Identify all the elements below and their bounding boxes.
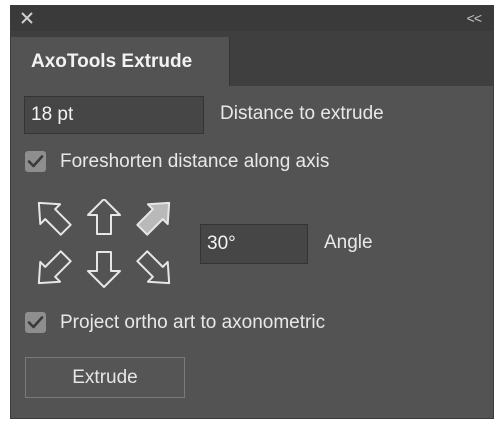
project-ortho-checkbox[interactable] — [25, 312, 46, 333]
tab-axotools-extrude[interactable]: AxoTools Extrude — [11, 37, 230, 86]
project-ortho-label: Project ortho art to axonometric — [60, 312, 326, 333]
foreshorten-checkbox[interactable] — [25, 151, 46, 172]
angle-label: Angle — [324, 232, 373, 253]
distance-label: Distance to extrude — [220, 103, 384, 124]
angle-input[interactable]: 30° — [200, 224, 308, 264]
axotools-panel: << AxoTools Extrude 18 pt Distance to ex… — [10, 5, 494, 419]
arrow-down-icon[interactable] — [87, 251, 121, 288]
arrow-up-left-icon[interactable] — [29, 199, 76, 240]
arrow-down-right-icon[interactable] — [132, 246, 179, 293]
close-icon[interactable] — [19, 10, 35, 26]
arrow-down-left-icon[interactable] — [29, 246, 76, 293]
arrow-up-icon[interactable] — [87, 199, 121, 235]
arrow-up-right-icon[interactable] — [132, 199, 179, 240]
tab-strip: AxoTools Extrude — [11, 31, 493, 86]
panel-titlebar: << — [11, 6, 493, 31]
foreshorten-label: Foreshorten distance along axis — [60, 151, 330, 172]
extrude-button[interactable]: Extrude — [25, 357, 185, 398]
checkmark-icon — [27, 316, 44, 329]
checkmark-icon — [27, 155, 44, 168]
direction-arrows — [29, 199, 179, 293]
distance-input[interactable]: 18 pt — [24, 96, 204, 134]
collapse-panel-icon[interactable]: << — [467, 10, 482, 26]
